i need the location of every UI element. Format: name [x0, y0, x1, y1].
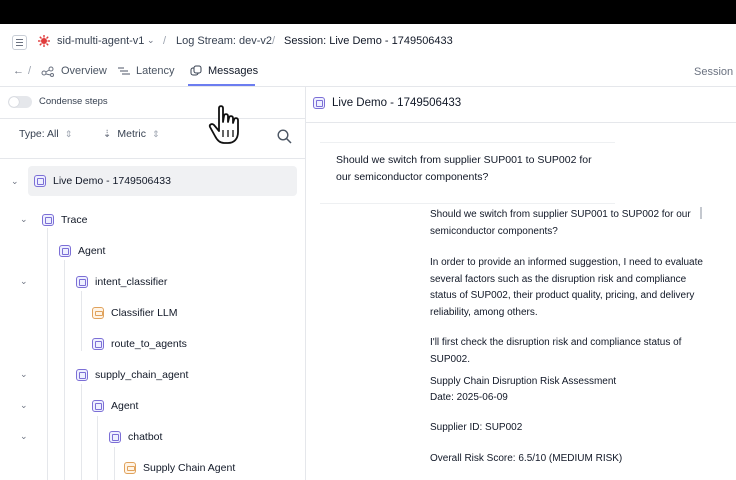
session-icon: [313, 97, 325, 109]
assistant-message-text: In order to provide an informed suggesti…: [430, 257, 703, 318]
divider: [0, 86, 736, 87]
tab-messages-label: Messages: [208, 65, 259, 77]
metric-icon: ⇣: [103, 128, 112, 140]
workflow-icon: [76, 276, 88, 288]
assistant-message-text: Supplier ID: SUP002: [430, 422, 523, 433]
detail-title-label: Live Demo - 1749506433: [332, 97, 462, 109]
chevron-down-icon[interactable]: ⌄: [20, 276, 28, 287]
bars-icon: [118, 67, 130, 75]
search-icon[interactable]: [277, 129, 292, 144]
tree-item-label: Supply Chain Agent: [143, 462, 236, 474]
assistant-message-text: Overall Risk Score: 6.5/10 (MEDIUM RISK): [430, 453, 623, 464]
tree-guide: [97, 416, 98, 480]
tab-messages[interactable]: Messages: [190, 65, 258, 77]
app-window: sid-multi-agent-v1 ⌄ / Log Stream: dev-v…: [0, 24, 736, 480]
tree-item-label: chatbot: [128, 431, 163, 443]
tree-guide: [64, 260, 65, 480]
agent-icon: [92, 400, 104, 412]
chevron-down-icon[interactable]: ⌄: [20, 431, 28, 442]
session-icon: [34, 175, 46, 187]
chevron-down-icon[interactable]: ⌄: [11, 176, 19, 187]
tree-item-label: route_to_agents: [111, 338, 187, 350]
metric-filter[interactable]: ⇣ Metric ⇕: [103, 128, 160, 140]
sort-icon: ⇕: [64, 128, 73, 139]
condense-label: Condense steps: [39, 96, 108, 107]
chevron-down-icon[interactable]: ⌄: [20, 369, 28, 380]
tree-guide: [114, 447, 115, 480]
tree-guide: [47, 228, 48, 480]
graph-icon: [41, 66, 54, 77]
tree-item-label: supply_chain_agent: [95, 369, 189, 381]
tree-item-agent-2[interactable]: Agent: [92, 400, 138, 412]
tree-item-supply-chain-agent[interactable]: supply_chain_agent: [76, 369, 188, 381]
divider: [0, 158, 305, 159]
hand-cursor-icon: [208, 105, 239, 144]
chevron-down-icon[interactable]: ⌄: [20, 214, 28, 225]
breadcrumb-session: Session: Live Demo - 1749506433: [284, 35, 453, 47]
sort-icon: ⇕: [151, 128, 160, 139]
breadcrumb-project[interactable]: sid-multi-agent-v1: [57, 35, 144, 47]
assistant-message-text: Supply Chain Disruption Risk Assessment: [430, 376, 617, 387]
chevron-down-icon[interactable]: ⌄: [20, 400, 28, 411]
workflow-icon: [109, 431, 121, 443]
back-arrow-icon[interactable]: ←: [13, 65, 24, 77]
tree-item-classifier-llm[interactable]: Classifier LLM: [92, 307, 178, 319]
workflow-icon: [76, 369, 88, 381]
tree-item-route-to-agents[interactable]: route_to_agents: [92, 338, 187, 350]
detail-title: Live Demo - 1749506433: [313, 97, 461, 109]
divider: [305, 122, 736, 123]
project-logo-icon: [38, 35, 50, 47]
tree-item-intent-classifier[interactable]: intent_classifier: [76, 276, 167, 288]
llm-icon: [124, 462, 136, 474]
type-filter-label: Type: All: [19, 128, 59, 140]
breadcrumb-log-stream[interactable]: Log Stream: dev-v2: [176, 35, 272, 47]
tab-latency-label: Latency: [136, 65, 175, 77]
type-filter[interactable]: Type: All ⇕: [19, 128, 72, 140]
tree-item-label: Agent: [111, 400, 139, 412]
tree-item-label: Classifier LLM: [111, 307, 178, 319]
tree-item-root[interactable]: Live Demo - 1749506433: [34, 175, 171, 187]
tab-latency[interactable]: Latency: [118, 65, 175, 77]
tree-item-label: intent_classifier: [95, 276, 168, 288]
tree-item-label: Live Demo - 1749506433: [53, 175, 171, 187]
tree-item-chatbot[interactable]: chatbot: [109, 431, 162, 443]
tree-item-label: Trace: [61, 214, 88, 226]
tab-overview-label: Overview: [61, 65, 107, 77]
assistant-message-text: Should we switch from supplier SUP001 to…: [430, 209, 691, 237]
tab-bar: ← / Overview Latency Messages Session 1: [0, 60, 736, 86]
breadcrumb-separator: /: [272, 35, 276, 47]
assistant-message-text: I'll first check the disruption risk and…: [430, 337, 682, 365]
trace-icon: [42, 214, 54, 226]
tree-guide: [81, 291, 82, 351]
tab-overview[interactable]: Overview: [41, 65, 107, 77]
tool-icon: [92, 338, 104, 350]
tree-guide: [81, 384, 82, 480]
chevron-down-icon[interactable]: ⌄: [147, 35, 155, 46]
llm-icon: [92, 307, 104, 319]
breadcrumb-separator: /: [28, 65, 32, 77]
menu-icon[interactable]: [12, 35, 27, 50]
breadcrumb-separator: /: [163, 35, 167, 47]
agent-icon: [59, 245, 71, 257]
divider: [0, 118, 305, 119]
messages-icon: [190, 65, 202, 76]
condense-toggle[interactable]: [8, 96, 32, 108]
tree-item-trace[interactable]: Trace: [42, 214, 87, 226]
metric-filter-label: Metric: [117, 128, 146, 140]
tree-item-agent[interactable]: Agent: [59, 245, 105, 257]
user-message-text: Should we switch from supplier SUP001 to…: [336, 154, 592, 183]
tree-item-label: Agent: [78, 245, 106, 257]
tree-item-supply-chain-llm[interactable]: Supply Chain Agent: [124, 462, 235, 474]
breadcrumb: sid-multi-agent-v1 ⌄ / Log Stream: dev-v…: [0, 24, 736, 58]
assistant-message-text: Date: 2025-06-09: [430, 392, 508, 403]
panel-divider: [305, 86, 306, 480]
session-label: Session 1: [694, 66, 736, 78]
